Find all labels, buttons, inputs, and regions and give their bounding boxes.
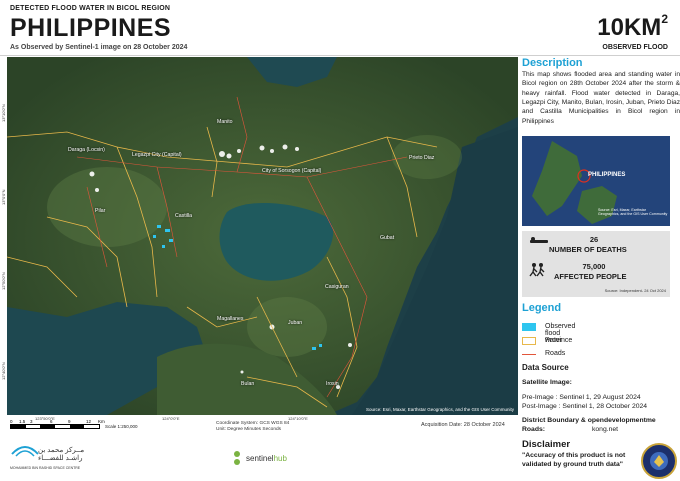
legend-heading: Legend (522, 302, 562, 314)
sentinel-hub-logo: sentinelhub (230, 448, 320, 470)
odm-emblem-icon (641, 443, 677, 479)
mbrsc-arabic: مــركز محمد بن راشـد للفضـــاء (38, 447, 85, 462)
affected-label: AFFECTED PEOPLE (554, 272, 627, 281)
lat-tick: 13°0'0"N (1, 189, 6, 205)
sentinel-hub-icon (234, 451, 240, 465)
coord-unit: Unit: Degree Minutes Seconds (216, 427, 282, 433)
roads-label: Roads: (522, 426, 546, 433)
place-casiguran: Casiguran (325, 284, 349, 290)
place-daraga: Daraga (Locsin) (68, 147, 105, 153)
map-credit: Source: Esri, Maxar, Earthstar Geographi… (365, 407, 514, 412)
locator-label: PHILIPPINES (588, 172, 626, 178)
sentinel-hub-wordmark: sentinelhub (246, 454, 287, 463)
place-bulan: Bulan (241, 381, 255, 387)
satellite-heading: Satellite Image: (522, 379, 572, 386)
header-subtitle: As Observed by Sentinel-1 image on 28 Oc… (10, 44, 188, 51)
acquisition-date: Acquisition Date: 28 October 2024 (421, 422, 505, 428)
place-legazpi: Legazpi City (Capital) (132, 152, 182, 158)
flood-swatch (522, 323, 536, 331)
header-kicker: DETECTED FLOOD WATER IN BICOL REGION (10, 5, 171, 12)
place-manito: Manito (217, 119, 233, 125)
flood-area-value: 10KM2 (597, 12, 668, 42)
page-title: PHILIPPINES (10, 14, 172, 42)
stats-source: Source: Independent- 24 Oct 2024 (604, 288, 666, 293)
place-sorsogon: City of Sorsogon (Capital) (262, 168, 322, 174)
description-text: This map shows flooded area and standing… (522, 71, 680, 125)
death-icon (530, 237, 548, 243)
place-gubat: Gubat (380, 235, 395, 241)
place-pilar: Pilar (95, 208, 106, 214)
locator-map: PHILIPPINES Source: Esri, Maxar, Earthst… (522, 136, 670, 226)
lat-tick: 13°10'0"N (1, 104, 6, 122)
sentinel-hub-word-a: sentinel (246, 454, 274, 463)
disclaimer-text: "Accuracy of this product is not validat… (522, 452, 626, 468)
place-irosin: Irosin (326, 381, 339, 387)
legend-label: Province (545, 337, 573, 344)
place-castilla: Castilla (175, 213, 193, 219)
post-image: Post-Image : Sentinel 1, 28 October 2024 (522, 403, 648, 410)
boundary-label: District Boundary & opendevelopmentme (522, 417, 656, 424)
boundary-source: kong.net (592, 426, 619, 433)
place-prieto-diaz: Prieto Diaz (409, 155, 435, 161)
mbrsc-logo: مــركز محمد بن راشـد للفضـــاء MOHAMMED … (10, 440, 100, 474)
flood-area-number: 10KM (597, 14, 662, 41)
place-juban: Juban (288, 320, 303, 326)
mbrsc-emblem-icon (11, 446, 39, 457)
coordinate-info: Coordinate System: GCS WGS 84 Unit: Degr… (216, 421, 289, 433)
pre-image: Pre-Image : Sentinel 1, 29 August 2024 (522, 394, 641, 401)
data-source-heading: Data Source (522, 363, 569, 372)
roads-swatch (522, 354, 536, 355)
province-swatch (522, 337, 536, 345)
mbrsc-english: MOHAMMED BIN RASHID SPACE CENTRE (10, 466, 81, 470)
description-heading: Description (522, 57, 583, 69)
lat-tick: 12°50'0"N (1, 272, 6, 290)
scale-text: Scale 1:250,000 (105, 424, 138, 429)
flood-area-exponent: 2 (661, 12, 668, 26)
deaths-value: 26 (589, 235, 599, 244)
disclaimer-heading: Disclaimer (522, 439, 571, 450)
affected-value: 75,000 (582, 262, 606, 271)
place-magallanes: Magallanes (217, 316, 244, 322)
people-running-icon (529, 263, 545, 277)
info-panel: Description This map shows flooded area … (522, 57, 680, 481)
flood-map[interactable]: Manito Daraga (Locsin) Legazpi City (Cap… (7, 57, 518, 415)
flood-area-label: OBSERVED FLOOD (602, 44, 668, 51)
deaths-label: NUMBER OF DEATHS (549, 245, 627, 254)
lat-tick: 12°40'0"N (1, 362, 6, 380)
map-canvas (7, 57, 518, 415)
sentinel-hub-word-b: hub (273, 454, 287, 463)
impact-stats: 26 NUMBER OF DEATHS 75,000 AFFECTED PEOP… (522, 231, 670, 297)
locator-credit: Source: Esri, Maxar, Earthstar Geographi… (598, 208, 668, 217)
map-header: DETECTED FLOOD WATER IN BICOL REGION PHI… (0, 0, 680, 56)
scale-bar (10, 424, 100, 429)
legend-label: Roads (545, 350, 566, 357)
